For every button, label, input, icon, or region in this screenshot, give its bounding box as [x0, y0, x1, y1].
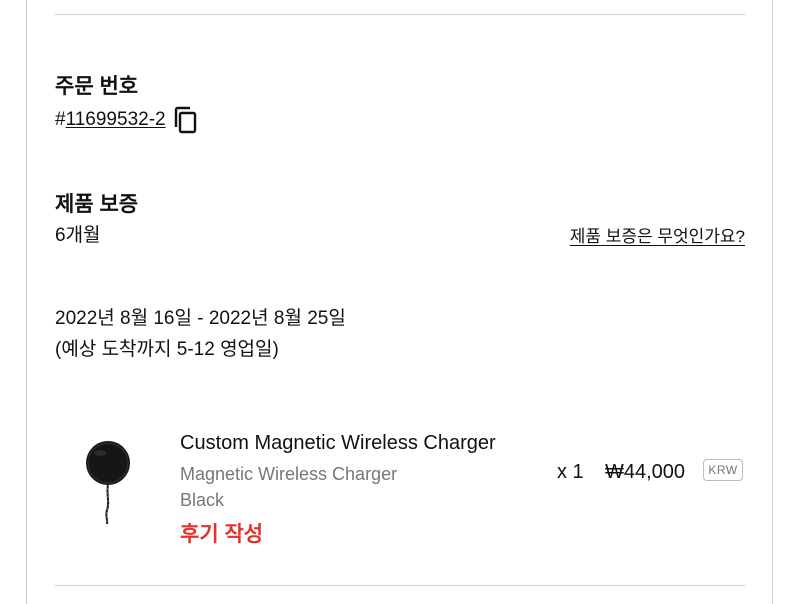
- product-price: ₩44,000: [605, 461, 686, 483]
- product-image[interactable]: [80, 438, 136, 525]
- order-number-row: # 11699532-2: [55, 106, 198, 134]
- currency-badge: KRW: [703, 459, 743, 481]
- frame-left-border: [26, 0, 27, 604]
- product-quantity: x 1: [557, 461, 584, 483]
- warranty-value: 6개월: [55, 225, 101, 246]
- delivery-date-range: 2022년 8월 16일 - 2022년 8월 25일: [55, 308, 346, 329]
- frame-right-border: [772, 0, 773, 604]
- order-number-hash: #: [55, 109, 66, 130]
- product-variant: Magnetic Wireless Charger: [180, 464, 398, 484]
- write-review-button[interactable]: 후기 작성: [180, 518, 263, 548]
- product-name[interactable]: Custom Magnetic Wireless Charger: [180, 432, 496, 455]
- delivery-estimate-note: (예상 도착까지 5-12 영업일): [55, 339, 279, 360]
- bottom-divider: [55, 585, 745, 586]
- copy-icon[interactable]: [174, 106, 198, 134]
- top-divider: [55, 14, 745, 15]
- order-number-label: 주문 번호: [55, 75, 139, 98]
- product-color: Black: [180, 490, 225, 510]
- warranty-info-link[interactable]: 제품 보증은 무엇인가요?: [570, 222, 745, 247]
- order-number-link[interactable]: 11699532-2: [66, 109, 166, 131]
- warranty-label: 제품 보증: [55, 193, 139, 216]
